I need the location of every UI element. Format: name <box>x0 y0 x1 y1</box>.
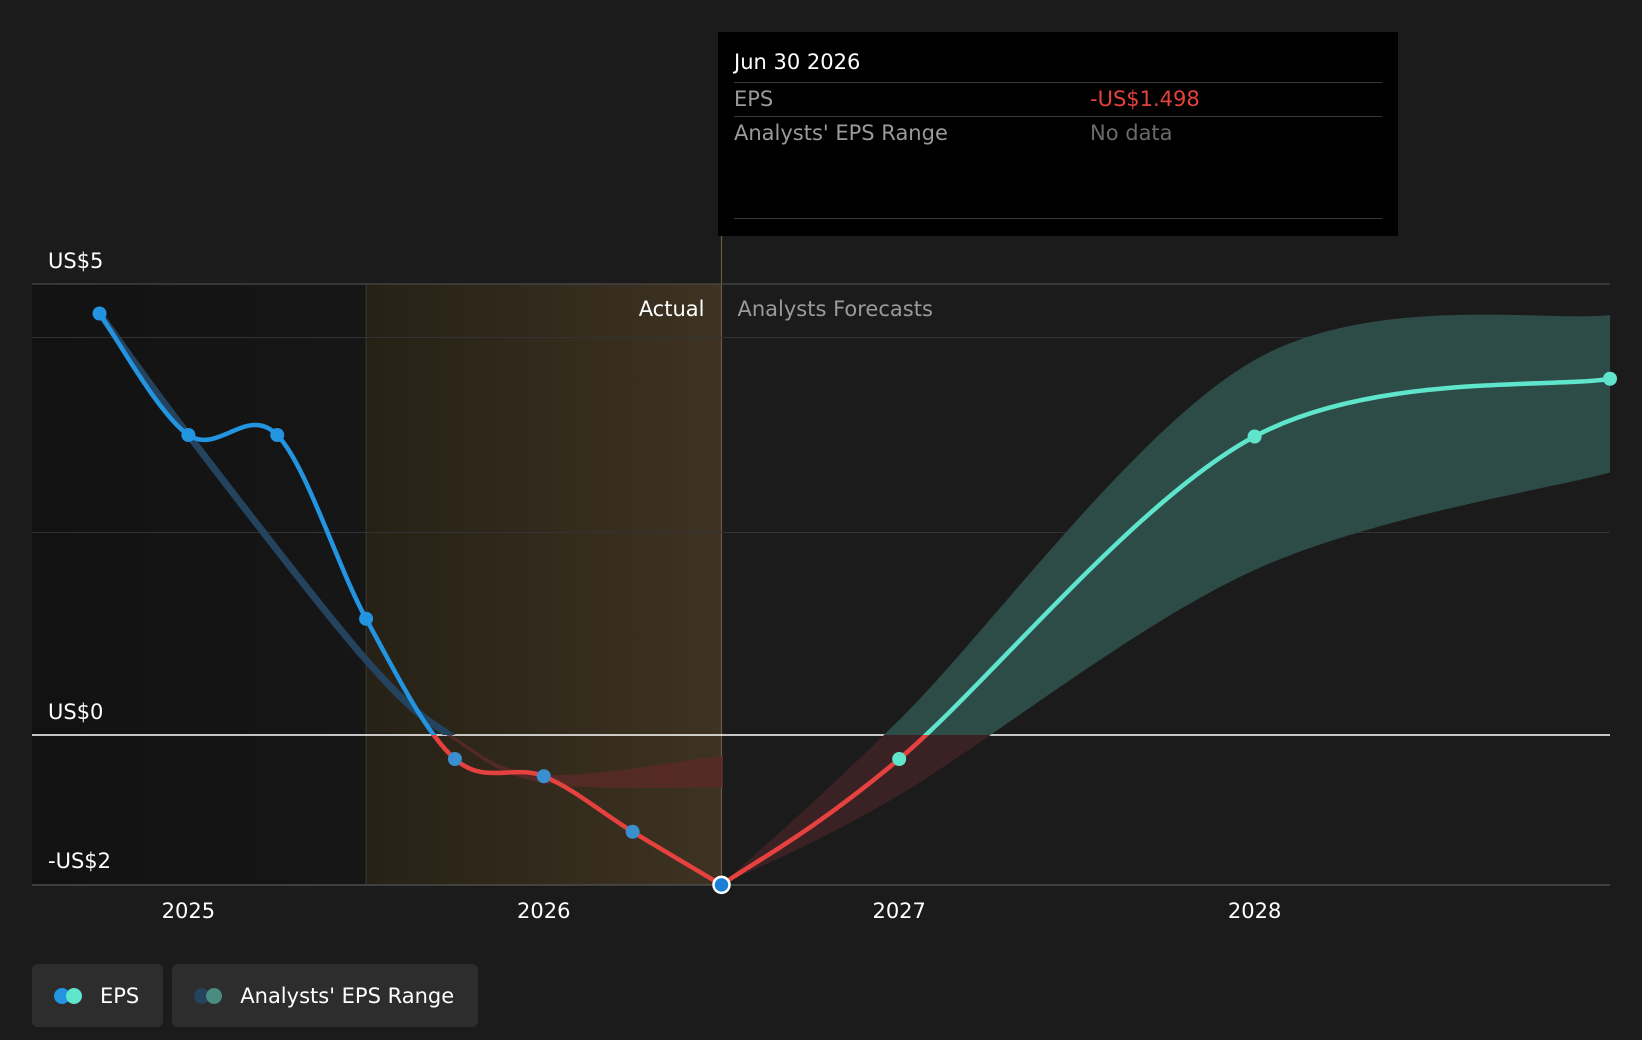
x-axis-label-3: 2028 <box>1228 899 1281 923</box>
x-axis-label-2: 2027 <box>872 899 925 923</box>
legend-eps-icon <box>54 987 86 1005</box>
eps-actual-point-0 <box>92 306 107 321</box>
eps-forecast-point-3 <box>1603 371 1617 386</box>
actual-label: Actual <box>639 297 705 321</box>
eps-actual-point-2 <box>270 428 285 442</box>
tooltip-date: Jun 30 2026 <box>734 50 861 74</box>
eps-actual-point-4 <box>447 752 462 766</box>
eps-forecast-point-1 <box>892 752 907 766</box>
tooltip-eps-value: -US$1.498 <box>1090 87 1200 111</box>
legend-item-eps[interactable]: EPS <box>32 964 164 1027</box>
y-axis-label-0: US$5 <box>48 249 103 273</box>
legend: EPS Analysts' EPS Range <box>32 964 479 1027</box>
y-axis-label-2: -US$2 <box>48 849 111 873</box>
legend-eps-label: EPS <box>100 983 140 1008</box>
legend-range-label: Analysts' EPS Range <box>240 983 455 1008</box>
legend-item-range[interactable]: Analysts' EPS Range <box>172 964 479 1027</box>
tooltip-row-range: Analysts' EPS Range No data <box>734 116 1382 151</box>
tooltip-divider <box>734 218 1382 219</box>
tooltip-range-label: Analysts' EPS Range <box>734 121 948 145</box>
highlight-region <box>366 284 722 885</box>
tooltip-range-value: No data <box>1090 121 1173 145</box>
tooltip: Jun 30 2026 EPS -US$1.498 Analysts' EPS … <box>718 32 1398 236</box>
past-region <box>32 284 367 885</box>
eps-actual-point-6 <box>625 824 640 839</box>
selected-point <box>712 875 731 895</box>
x-axis-label-1: 2026 <box>517 899 570 923</box>
eps-actual-point-3 <box>359 611 374 626</box>
eps-actual-point-1 <box>181 428 196 442</box>
y-axis-label-1: US$0 <box>48 700 103 724</box>
eps-actual-point-5 <box>536 769 551 784</box>
tooltip-eps-label: EPS <box>734 87 774 111</box>
tooltip-row-eps: EPS -US$1.498 <box>734 82 1382 117</box>
x-axis-label-0: 2025 <box>162 899 215 923</box>
legend-range-icon <box>194 987 226 1005</box>
forecast-label: Analysts Forecasts <box>737 297 932 321</box>
eps-forecast-point-2 <box>1247 429 1262 444</box>
